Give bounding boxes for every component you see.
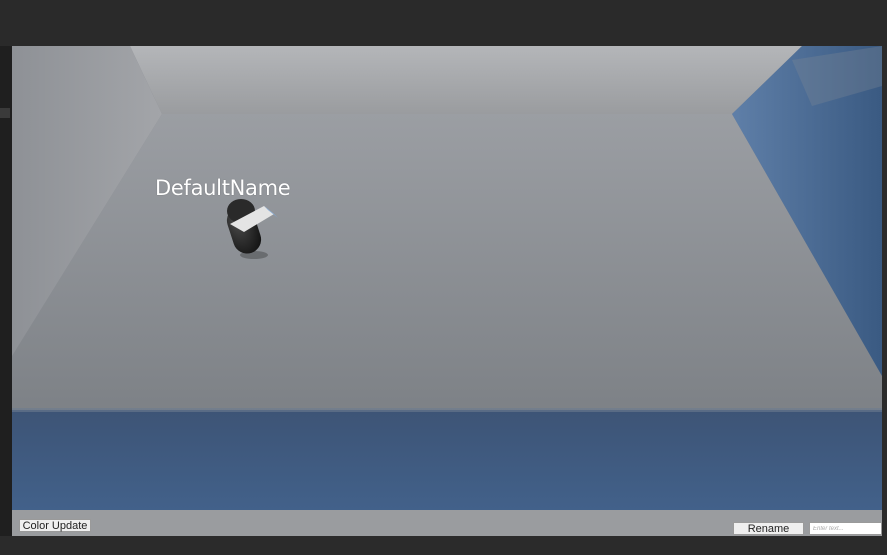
panel-splitter-handle[interactable] bbox=[0, 108, 10, 118]
arena-floor bbox=[12, 114, 882, 414]
player-name-label: DefaultName bbox=[155, 176, 291, 200]
editor-toolbar bbox=[0, 0, 887, 46]
name-input[interactable] bbox=[809, 522, 882, 535]
editor-status-bar bbox=[0, 536, 887, 555]
left-panel-edge bbox=[0, 46, 12, 536]
arena-scene bbox=[12, 46, 882, 536]
editor-window: DefaultName Color Update Rename bbox=[0, 0, 887, 555]
color-update-button[interactable]: Color Update bbox=[19, 519, 91, 532]
arena-back-wall bbox=[130, 46, 802, 114]
arena-front-wall bbox=[12, 410, 882, 510]
rename-button[interactable]: Rename bbox=[733, 522, 804, 535]
game-viewport[interactable]: DefaultName Color Update Rename bbox=[12, 46, 882, 536]
